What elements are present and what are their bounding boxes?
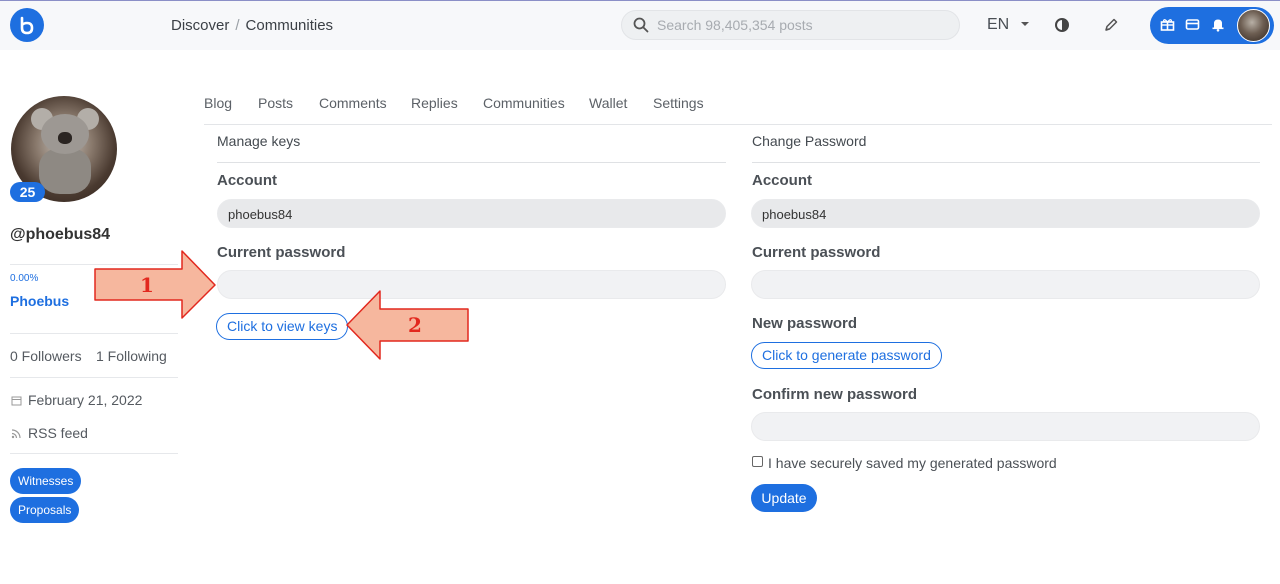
account-label: Account [752,172,812,189]
rss-feed-link[interactable]: RSS feed [11,425,88,442]
app-logo-icon[interactable] [10,8,44,42]
bell-icon[interactable] [1211,17,1225,37]
chevron-down-icon [1021,22,1029,26]
wallet-card-icon[interactable] [1185,17,1200,37]
search-icon [633,17,649,38]
current-password-label: Current password [752,244,881,261]
tabs-divider [204,124,1272,125]
tab-comments[interactable]: Comments [319,95,387,111]
account-label: Account [217,172,277,189]
following-link[interactable]: 1 Following [96,348,167,364]
theme-toggle-icon[interactable] [1054,17,1070,38]
divider [10,377,178,378]
tab-blog[interactable]: Blog [204,95,232,111]
tab-posts[interactable]: Posts [258,95,293,111]
user-avatar[interactable] [1237,9,1270,42]
tab-communities[interactable]: Communities [483,95,565,111]
annotation-arrow-1 [94,250,216,319]
current-password-label: Current password [217,244,346,261]
rss-feed-text: RSS feed [28,425,88,441]
language-selector[interactable]: EN [987,16,1029,34]
current-password-field [217,270,726,299]
new-password-label: New password [752,315,858,332]
saved-password-label: I have securely saved my generated passw… [768,455,1057,471]
followers-link[interactable]: 0 Followers [10,348,82,364]
joined-date: February 21, 2022 [11,392,142,409]
breadcrumb-communities[interactable]: Communities [246,17,334,34]
saved-password-checkbox[interactable] [752,456,763,467]
search-input[interactable] [657,15,947,35]
section-divider [217,162,726,163]
avatar-detail [58,132,72,144]
reputation-badge: 25 [10,182,45,202]
current-password-input[interactable] [762,276,1229,294]
confirm-password-field [751,412,1260,441]
voting-power: 0.00% [10,273,39,284]
search-box [621,10,960,40]
account-input [762,205,1229,223]
account-input [228,205,695,223]
account-field [751,199,1260,228]
breadcrumb: Discover / Communities [171,17,333,34]
account-field [217,199,726,228]
breadcrumb-separator: / [235,17,240,34]
witnesses-chip[interactable]: Witnesses [10,468,82,494]
tab-settings[interactable]: Settings [653,95,704,111]
proposals-chip[interactable]: Proposals [10,497,80,523]
language-label: EN [987,16,1010,33]
pencil-icon[interactable] [1103,17,1119,38]
profile-display-name: Phoebus [10,293,70,309]
tab-replies[interactable]: Replies [411,95,458,111]
divider [10,333,178,334]
divider [10,453,178,454]
manage-keys-title: Manage keys [217,133,301,149]
top-bar: Discover / Communities EN [0,0,1280,50]
breadcrumb-discover[interactable]: Discover [171,17,229,34]
current-password-field [751,270,1260,299]
view-keys-button[interactable]: Click to view keys [216,313,349,340]
user-menu [1150,7,1274,44]
confirm-password-input[interactable] [762,418,1229,436]
calendar-icon [11,393,22,409]
update-button[interactable]: Update [751,484,817,512]
annotation-number-2: 2 [408,313,422,337]
annotation-number-1: 1 [140,273,154,297]
gift-icon[interactable] [1160,17,1175,37]
joined-date-text: February 21, 2022 [28,392,143,408]
avatar-detail [39,148,91,194]
change-password-title: Change Password [752,133,867,149]
rss-icon [11,426,22,442]
section-divider [752,162,1260,163]
tab-wallet[interactable]: Wallet [589,95,627,111]
confirm-password-label: Confirm new password [752,386,918,403]
profile-username: @phoebus84 [10,226,111,243]
generate-password-button[interactable]: Click to generate password [751,342,942,369]
